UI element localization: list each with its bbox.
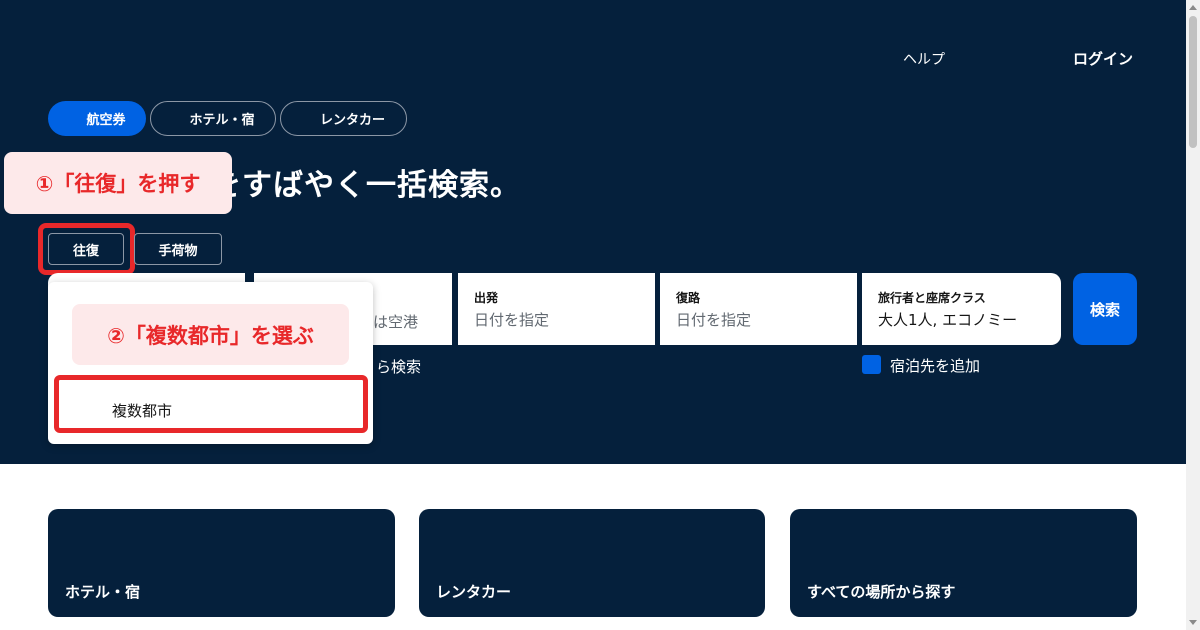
depart-label: 出発 <box>474 291 499 305</box>
travellers-value: 大人1人, エコノミー <box>878 311 1018 329</box>
add-hotel-checkbox[interactable] <box>862 355 881 374</box>
depart-value: 日付を指定 <box>474 311 550 329</box>
travellers-label: 旅行者と座席クラス <box>878 291 986 305</box>
card-cars-label: レンタカー <box>436 583 512 601</box>
card-hotels[interactable]: ホテル・宿 <box>48 509 395 617</box>
travellers-field[interactable]: 旅行者と座席クラス 大人1人, エコノミー <box>862 273 1061 345</box>
tab-hotels[interactable]: ホテル・宿 <box>150 101 276 136</box>
scrollbar-thumb[interactable] <box>1189 16 1197 148</box>
annotation-step2: ②「複数都市」を選ぶ <box>72 304 349 365</box>
baggage-label: 手荷物 <box>158 243 198 259</box>
baggage-button[interactable]: 手荷物 <box>134 233 222 265</box>
login-link[interactable]: ログイン <box>1073 48 1133 69</box>
depart-date-field[interactable]: 出発 日付を指定 <box>458 273 655 345</box>
tab-hotels-label: ホテル・宿 <box>189 113 255 128</box>
tab-flights[interactable]: 航空券 <box>48 101 146 136</box>
return-label: 復路 <box>676 291 701 305</box>
annotation-highlight-multi-city <box>54 375 368 433</box>
add-hotel-label: 宿泊先を追加 <box>890 357 981 375</box>
nearby-search-label: ら検索 <box>376 358 422 376</box>
return-date-field[interactable]: 復路 日付を指定 <box>660 273 857 345</box>
card-hotels-label: ホテル・宿 <box>65 583 141 601</box>
card-explore[interactable]: すべての場所から探す <box>790 509 1137 617</box>
help-link[interactable]: ヘルプ <box>903 49 945 69</box>
card-cars[interactable]: レンタカー <box>419 509 765 617</box>
scroll-up-icon[interactable] <box>1189 5 1197 10</box>
annotation-highlight-trip-type <box>38 223 135 275</box>
return-value: 日付を指定 <box>676 311 752 329</box>
card-explore-label: すべての場所から探す <box>807 583 956 601</box>
tab-flights-label: 航空券 <box>86 113 126 128</box>
annotation-step1: ①「往復」を押す <box>4 152 232 214</box>
scroll-down-icon[interactable] <box>1189 620 1197 625</box>
scrollbar[interactable] <box>1186 0 1200 630</box>
tab-cars[interactable]: レンタカー <box>280 101 407 136</box>
tab-cars-label: レンタカー <box>319 113 385 128</box>
search-button[interactable]: 検索 <box>1073 273 1137 345</box>
